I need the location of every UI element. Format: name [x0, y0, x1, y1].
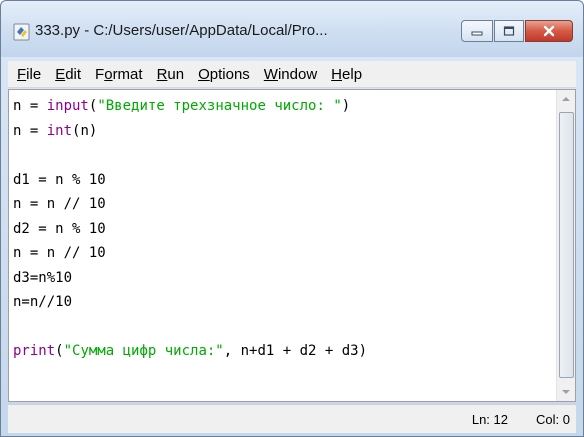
code-line: print("Сумма цифр числа:", n+d1 + d2 + d… [13, 339, 551, 364]
menu-format[interactable]: Format [88, 66, 150, 83]
maximize-icon [503, 26, 515, 36]
code-token: (n) [72, 122, 98, 139]
scroll-up-arrow-icon [562, 97, 570, 101]
code-line: n = n // 10 [13, 241, 551, 266]
minimize-icon [471, 31, 483, 36]
code-text-area[interactable]: n = input("Введите трехзначное число: ")… [13, 94, 551, 364]
code-token: , n+d1 + d2 + d3) [223, 343, 368, 359]
menu-run[interactable]: Run [150, 66, 192, 83]
menu-options[interactable]: Options [191, 66, 257, 83]
close-icon [543, 25, 555, 37]
code-token: n = n // 10 [13, 196, 106, 212]
code-line: n = int(n) [13, 119, 551, 144]
python-file-icon [13, 23, 30, 41]
menu-window[interactable]: Window [257, 66, 324, 83]
code-builtin-token: int [46, 122, 73, 139]
code-token: n = [13, 122, 47, 139]
code-token: d1 = n % 10 [13, 171, 106, 188]
code-string-token: "Сумма цифр числа:" [63, 343, 224, 359]
code-token: ) [341, 98, 351, 114]
scrollbar-thumb[interactable] [559, 112, 574, 378]
vertical-scrollbar[interactable] [556, 90, 575, 401]
code-line: n = n // 10 [13, 192, 551, 217]
close-button[interactable] [525, 20, 573, 42]
code-line: n = input("Введите трехзначное число: ") [13, 94, 551, 119]
code-token: n = n // 10 [13, 245, 106, 261]
idle-editor-window: 333.py - C:/Users/user/AppData/Local/Pro… [0, 0, 584, 437]
code-builtin-token: print [13, 343, 56, 359]
code-line: d3=n%10 [13, 266, 551, 291]
code-line: n=n//10 [13, 290, 551, 315]
code-line: d1 = n % 10 [13, 168, 551, 193]
code-token: d3=n%10 [13, 269, 73, 286]
caption-buttons [460, 20, 573, 42]
line-number-status: Ln: 12 [471, 412, 508, 427]
code-editor[interactable]: n = input("Введите трехзначное число: ")… [8, 89, 576, 402]
code-builtin-token: input [46, 98, 89, 114]
title-bar[interactable]: 333.py - C:/Users/user/AppData/Local/Pro… [1, 1, 583, 57]
maximize-button[interactable] [494, 20, 524, 42]
code-string-token: "Введите трехзначное число: " [97, 98, 342, 114]
code-token: n=n//10 [13, 294, 73, 310]
code-line: d2 = n % 10 [13, 217, 551, 242]
minimize-button[interactable] [461, 20, 493, 42]
scroll-up-button[interactable] [557, 90, 575, 108]
menu-file[interactable]: File [8, 66, 48, 83]
menu-edit[interactable]: Edit [48, 66, 88, 83]
code-token: d2 = n % 10 [13, 220, 106, 237]
scroll-down-arrow-icon [562, 390, 570, 394]
menu-bar: File Edit Format Run Options Window Help [8, 61, 576, 88]
menu-help[interactable]: Help [324, 66, 369, 83]
scroll-down-button[interactable] [557, 383, 575, 401]
code-token: n = [13, 98, 47, 114]
window-title: 333.py - C:/Users/user/AppData/Local/Pro… [35, 22, 328, 39]
code-token: ( [55, 343, 64, 359]
column-number-status: Col: 0 [536, 412, 570, 427]
status-bar: Ln: 12 Col: 0 [8, 404, 576, 433]
